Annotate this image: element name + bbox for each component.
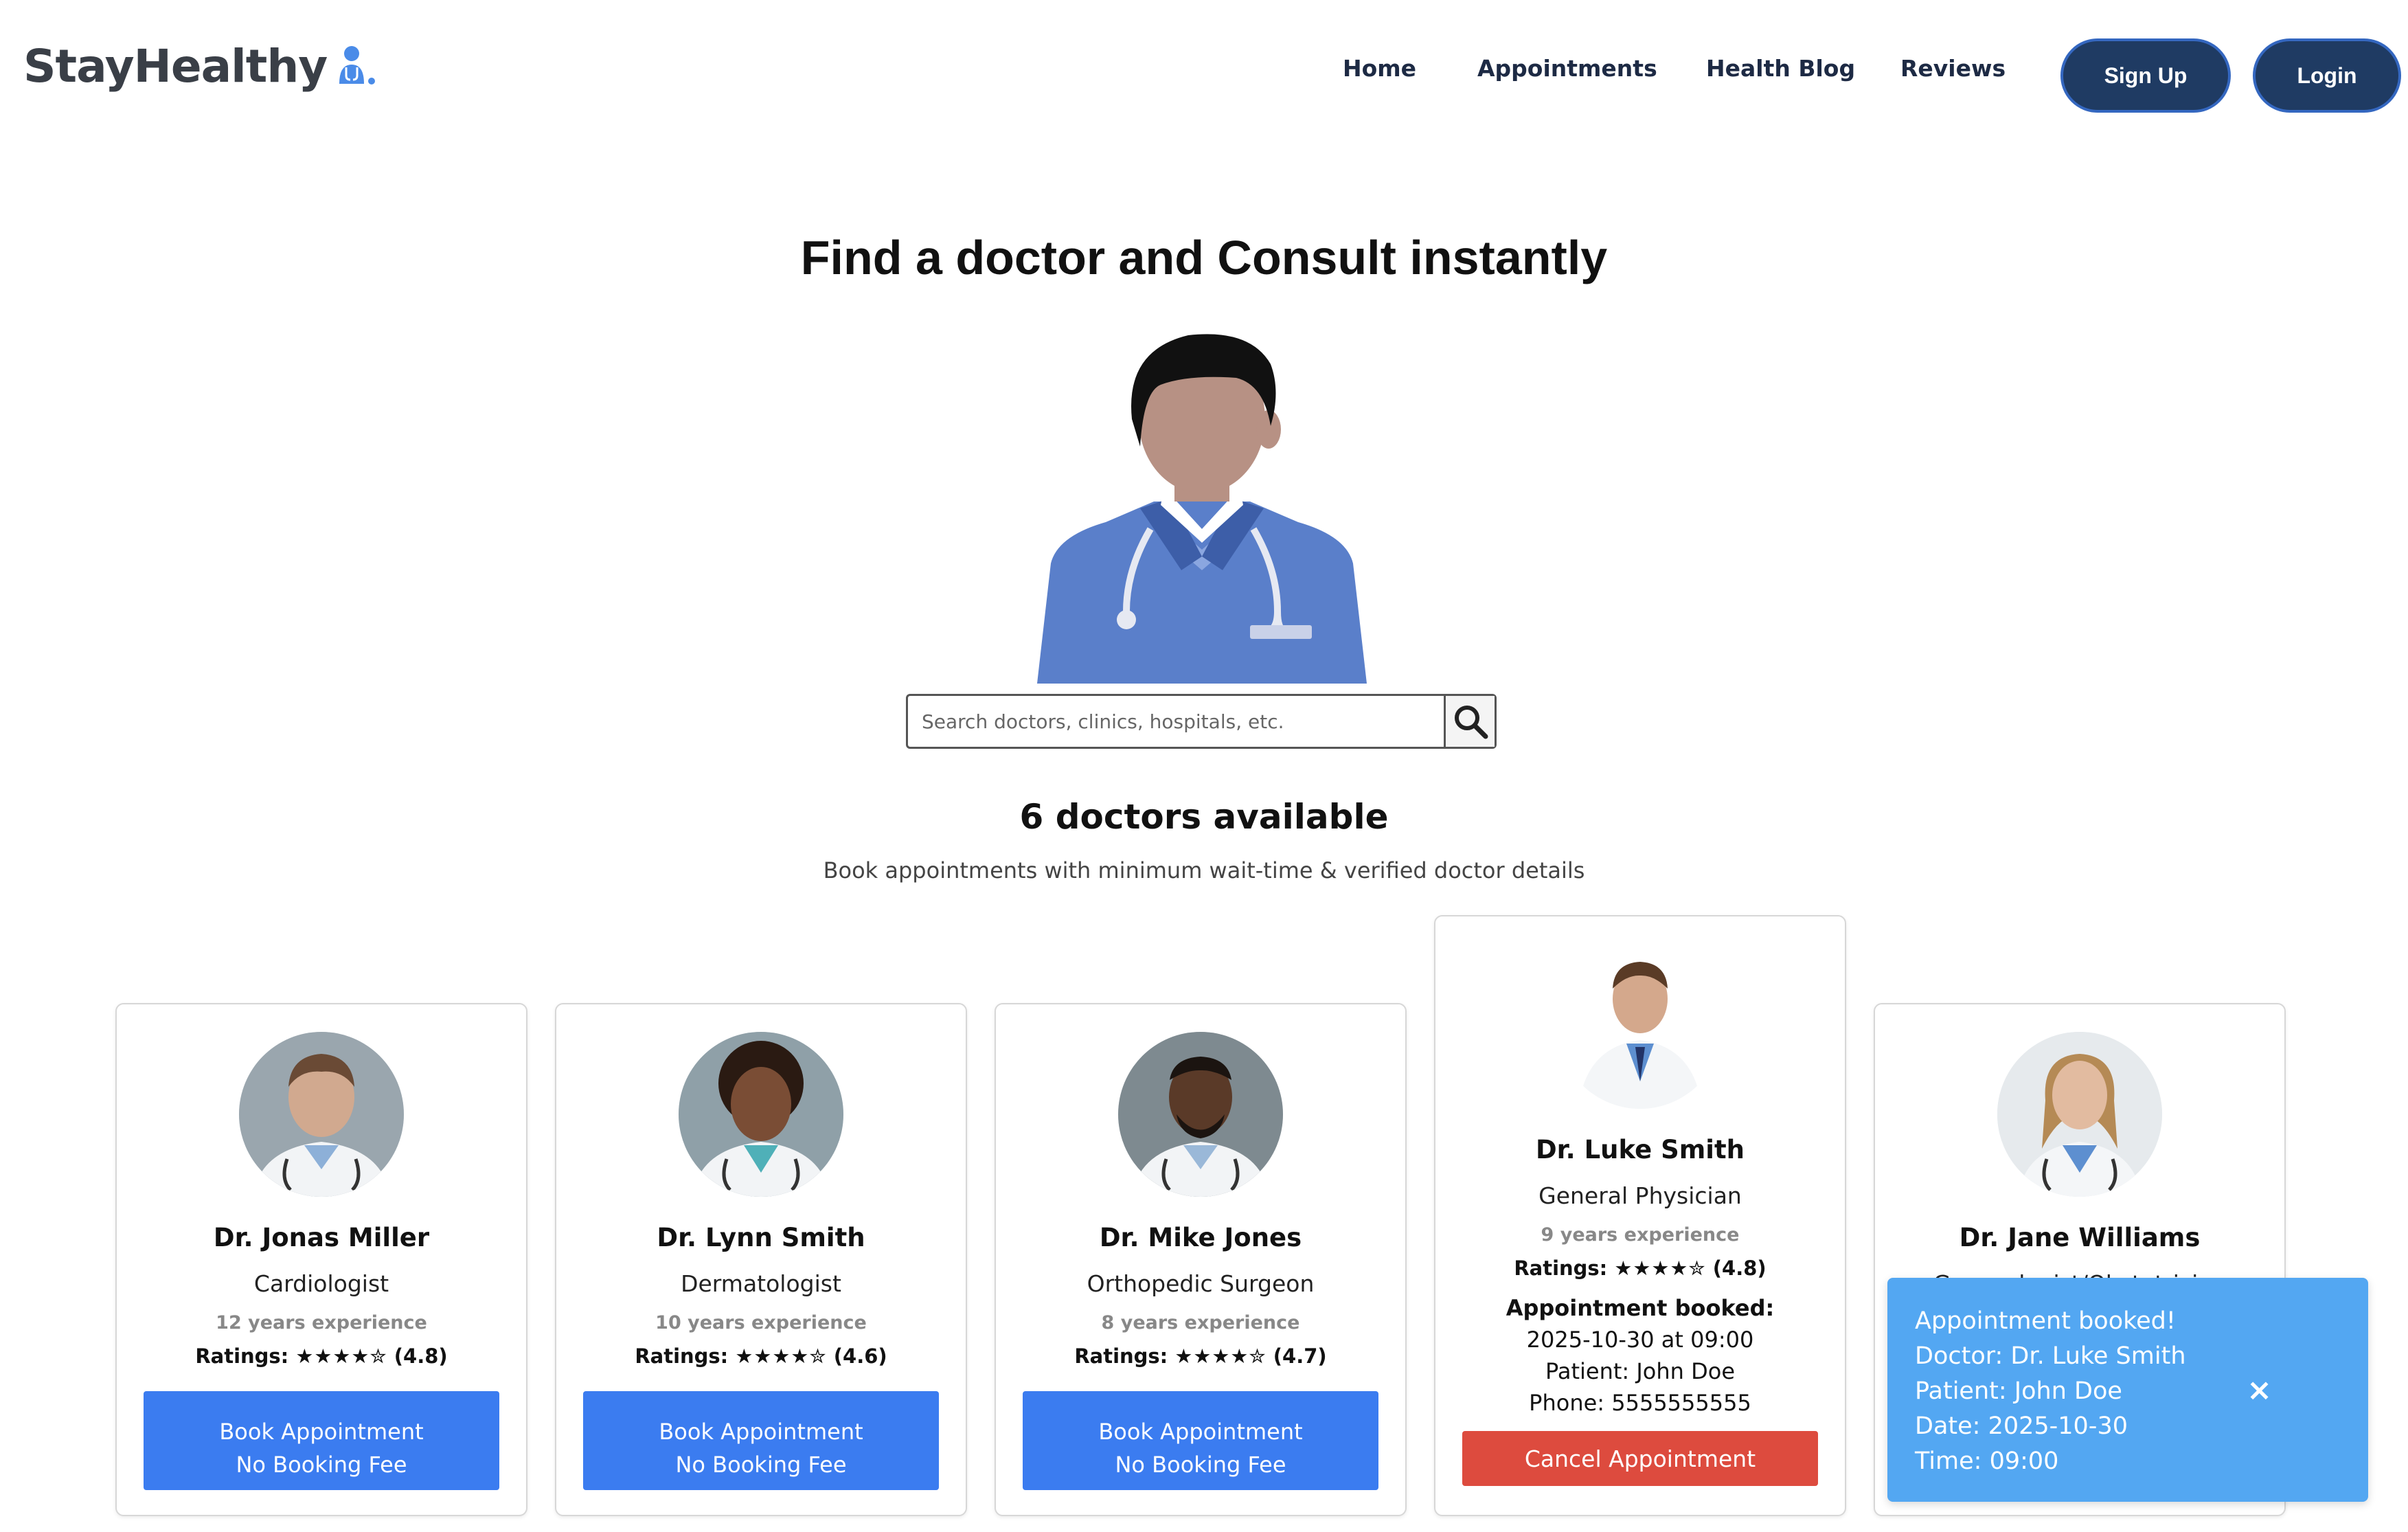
doctor-count-heading: 6 doctors available xyxy=(1019,797,1389,837)
doctor-card: Dr. Lynn Smith Dermatologist 10 years ex… xyxy=(555,1003,967,1516)
nav-home-link[interactable]: Home xyxy=(1343,55,1416,82)
search-input[interactable] xyxy=(908,696,1444,747)
rating-value: (4.7) xyxy=(1273,1344,1327,1368)
doctor-name: Dr. Luke Smith xyxy=(1535,1135,1745,1164)
search-bar xyxy=(906,694,1497,749)
toast-doctor: Doctor: Dr. Luke Smith xyxy=(1915,1342,2186,1370)
login-button[interactable]: Login xyxy=(2253,38,2401,113)
ratings-label: Ratings: xyxy=(635,1344,729,1368)
doctor-experience: 8 years experience xyxy=(1101,1312,1300,1333)
doctor-avatar xyxy=(1118,1032,1283,1197)
doctor-specialty: Cardiologist xyxy=(253,1270,389,1297)
doctor-name: Dr. Jane Williams xyxy=(1959,1223,2201,1252)
doctor-avatar xyxy=(1997,1032,2162,1197)
toast-title: Appointment booked! xyxy=(1915,1307,2176,1335)
doctor-rating: Ratings: ★★★★✮ (4.6) xyxy=(556,1344,966,1368)
doctor-experience: 9 years experience xyxy=(1541,1224,1740,1246)
nav-reviews-link[interactable]: Reviews xyxy=(1900,55,2006,82)
rating-stars-icon: ★★★★✮ xyxy=(1614,1257,1706,1280)
ratings-label: Ratings: xyxy=(195,1344,289,1368)
book-appointment-button[interactable]: Book Appointment No Booking Fee xyxy=(144,1391,499,1490)
appointment-booked-label: Appointment booked: xyxy=(1506,1295,1775,1321)
appointment-patient: Patient: John Doe xyxy=(1545,1358,1736,1384)
doctor-specialty: General Physician xyxy=(1538,1182,1742,1209)
rating-stars-icon: ★★★★✮ xyxy=(295,1344,387,1368)
doctor-avatar xyxy=(679,1032,843,1197)
rating-stars-icon: ★★★★✮ xyxy=(1174,1344,1267,1368)
doctor-experience: 10 years experience xyxy=(655,1312,867,1333)
search-button[interactable] xyxy=(1444,696,1495,747)
appointment-toast: Appointment booked! Doctor: Dr. Luke Smi… xyxy=(1887,1278,2368,1502)
doctor-count-subtitle: Book appointments with minimum wait-time… xyxy=(823,857,1585,883)
doctor-card-booked: Dr. Luke Smith General Physician 9 years… xyxy=(1434,915,1846,1516)
doctor-rating: Ratings: ★★★★✮ (4.8) xyxy=(117,1344,526,1368)
book-appointment-label: Book Appointment xyxy=(219,1419,424,1445)
ratings-label: Ratings: xyxy=(1074,1344,1168,1368)
search-icon xyxy=(1454,706,1488,739)
hero-title: Find a doctor and Consult instantly xyxy=(800,231,1608,284)
book-appointment-label: Book Appointment xyxy=(1098,1419,1303,1445)
booking-fee-label: No Booking Fee xyxy=(1115,1452,1286,1478)
doctor-name: Dr. Jonas Miller xyxy=(213,1223,430,1252)
doctor-specialty: Orthopedic Surgeon xyxy=(1087,1270,1315,1297)
rating-stars-icon: ★★★★✮ xyxy=(735,1344,827,1368)
cancel-appointment-button[interactable]: Cancel Appointment xyxy=(1462,1431,1818,1486)
doctor-icon xyxy=(339,45,376,85)
doctor-avatar xyxy=(239,1032,404,1197)
doctor-rating: Ratings: ★★★★✮ (4.7) xyxy=(996,1344,1405,1368)
doctor-name: Dr. Mike Jones xyxy=(1099,1223,1302,1252)
doctor-specialty: Dermatologist xyxy=(681,1270,841,1297)
doctor-card: Dr. Mike Jones Orthopedic Surgeon 8 year… xyxy=(995,1003,1407,1516)
sign-up-button[interactable]: Sign Up xyxy=(2060,38,2231,113)
close-icon[interactable]: × xyxy=(2247,1373,2272,1408)
rating-value: (4.8) xyxy=(1712,1257,1767,1280)
brand-logo[interactable]: StayHealthy xyxy=(23,40,382,93)
toast-time: Time: 09:00 xyxy=(1915,1447,2059,1475)
doctor-experience: 12 years experience xyxy=(216,1312,427,1333)
toast-patient: Patient: John Doe xyxy=(1915,1377,2122,1405)
appointment-phone: Phone: 5555555555 xyxy=(1529,1390,1751,1416)
booking-fee-label: No Booking Fee xyxy=(236,1452,407,1478)
doctor-avatar xyxy=(1558,944,1723,1109)
book-appointment-button[interactable]: Book Appointment No Booking Fee xyxy=(583,1391,939,1490)
nav-health-blog-link[interactable]: Health Blog xyxy=(1706,55,1855,82)
rating-value: (4.8) xyxy=(394,1344,448,1368)
appointment-datetime: 2025-10-30 at 09:00 xyxy=(1526,1327,1754,1353)
doctor-card: Dr. Jonas Miller Cardiologist 12 years e… xyxy=(115,1003,527,1516)
doctor-illustration xyxy=(1037,334,1367,684)
nav-appointments-link[interactable]: Appointments xyxy=(1477,55,1657,82)
doctor-rating: Ratings: ★★★★✮ (4.8) xyxy=(1435,1257,1845,1280)
book-appointment-button[interactable]: Book Appointment No Booking Fee xyxy=(1023,1391,1378,1490)
booking-fee-label: No Booking Fee xyxy=(675,1452,847,1478)
rating-value: (4.6) xyxy=(833,1344,887,1368)
book-appointment-label: Book Appointment xyxy=(659,1419,863,1445)
ratings-label: Ratings: xyxy=(1514,1257,1608,1280)
doctor-name: Dr. Lynn Smith xyxy=(657,1223,865,1252)
brand-name[interactable]: StayHealthy xyxy=(23,40,328,93)
toast-date: Date: 2025-10-30 xyxy=(1915,1412,2128,1440)
top-navbar: StayHealthy Home Appointments Health Blo… xyxy=(0,0,2408,137)
